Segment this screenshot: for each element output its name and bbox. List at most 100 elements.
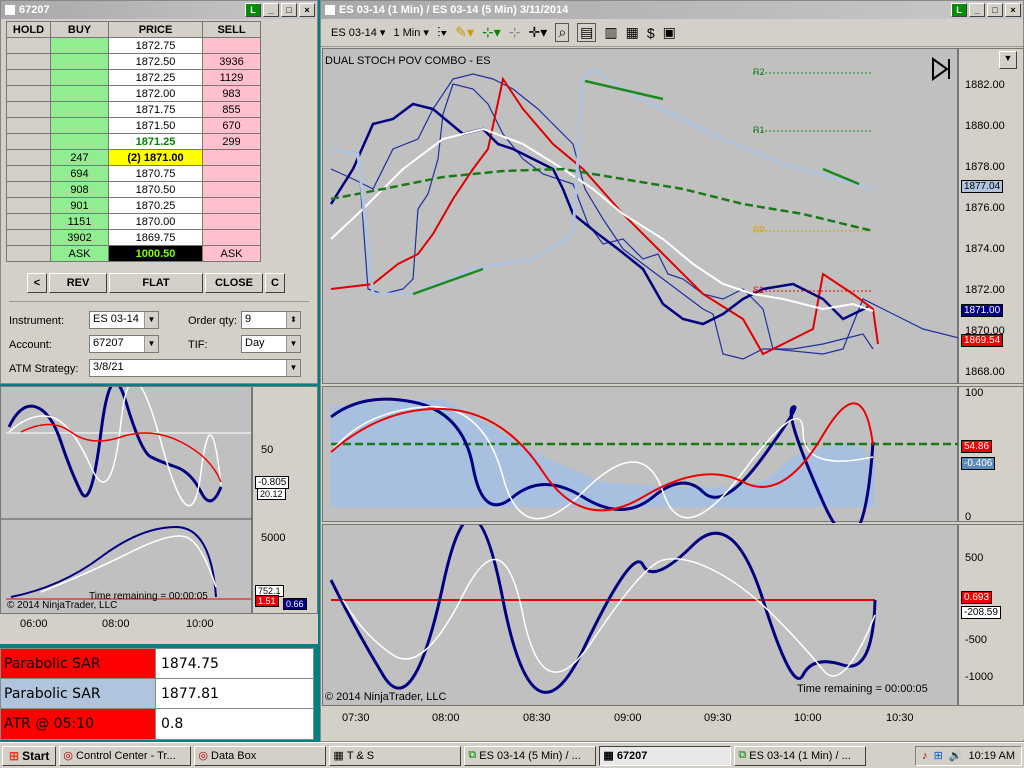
properties-icon[interactable]: ▣ bbox=[663, 24, 676, 41]
minimize-button[interactable]: _ bbox=[969, 3, 985, 17]
taskbar-item[interactable]: ◎ Data Box bbox=[194, 745, 327, 766]
hold-cell[interactable] bbox=[6, 85, 51, 102]
price-cell[interactable]: 1872.50 bbox=[108, 53, 203, 70]
minimize-button[interactable]: _ bbox=[263, 3, 279, 17]
pov-panel[interactable]: Time remaining = 00:00:05 © 2014 NinjaTr… bbox=[322, 517, 958, 706]
scroll-up-icon[interactable]: ▼ bbox=[999, 51, 1017, 69]
hold-cell[interactable] bbox=[6, 37, 51, 54]
buy-cell[interactable] bbox=[50, 69, 109, 86]
hold-cell[interactable] bbox=[6, 133, 51, 150]
strategy-icon[interactable]: ⊹ bbox=[509, 24, 521, 41]
buy-cell[interactable]: 694 bbox=[50, 165, 109, 182]
sell-cell[interactable] bbox=[202, 149, 261, 166]
price-cell[interactable]: 1870.25 bbox=[108, 197, 203, 214]
price-cell[interactable]: 1871.25 bbox=[108, 133, 203, 150]
taskbar-item[interactable]: ▦ T & S bbox=[329, 745, 462, 766]
link-icon[interactable]: L bbox=[245, 3, 261, 17]
price-cell[interactable]: 1000.50 bbox=[108, 245, 203, 262]
c-button[interactable]: C bbox=[265, 273, 285, 293]
zoom-icon[interactable]: ⌕ bbox=[555, 23, 570, 42]
buy-cell[interactable]: 247 bbox=[50, 149, 109, 166]
line-chart-icon[interactable]: ▦ bbox=[626, 24, 639, 41]
price-cell[interactable]: 1872.25 bbox=[108, 69, 203, 86]
sell-cell[interactable]: 670 bbox=[202, 117, 261, 134]
play-icon[interactable] bbox=[932, 57, 950, 81]
chevron-down-icon[interactable]: ▼ bbox=[286, 336, 300, 352]
hold-cell[interactable] bbox=[6, 181, 51, 198]
left-button[interactable]: < bbox=[27, 273, 47, 293]
sell-cell[interactable] bbox=[202, 197, 261, 214]
hold-cell[interactable] bbox=[6, 53, 51, 70]
close-button[interactable]: × bbox=[1005, 3, 1021, 17]
price-cell[interactable]: 1869.75 bbox=[108, 229, 203, 246]
close-position-button[interactable]: CLOSE bbox=[205, 273, 263, 293]
start-button[interactable]: ⊞ Start bbox=[2, 745, 57, 766]
sell-cell[interactable] bbox=[202, 229, 261, 246]
buy-cell[interactable] bbox=[50, 133, 109, 150]
chevron-down-icon[interactable]: ▼ bbox=[144, 336, 158, 352]
network-icon[interactable]: ⊞ bbox=[934, 749, 943, 762]
close-button[interactable]: × bbox=[299, 3, 315, 17]
stoch-panel[interactable] bbox=[322, 386, 959, 538]
buy-cell[interactable]: ASK bbox=[50, 245, 109, 262]
buy-cell[interactable]: 3902 bbox=[50, 229, 109, 246]
sell-cell[interactable]: 983 bbox=[202, 85, 261, 102]
chart-titlebar[interactable]: ES 03-14 (1 Min) / ES 03-14 (5 Min) 3/11… bbox=[321, 1, 1023, 19]
atm-select[interactable]: 3/8/21 ▼ bbox=[89, 359, 301, 377]
hold-cell[interactable] bbox=[6, 149, 51, 166]
hold-cell[interactable] bbox=[6, 101, 51, 118]
sell-cell[interactable]: 1129 bbox=[202, 69, 261, 86]
spin-icon[interactable]: ⬍ bbox=[286, 312, 300, 328]
hold-cell[interactable] bbox=[6, 197, 51, 214]
chevron-down-icon[interactable]: ▼ bbox=[286, 360, 300, 376]
speaker-icon[interactable]: 🔊 bbox=[949, 749, 963, 762]
bar-type-icon[interactable]: ⫶▾ bbox=[437, 24, 447, 41]
hold-cell[interactable] bbox=[6, 117, 51, 134]
price-cell[interactable]: 1871.50 bbox=[108, 117, 203, 134]
qty-stepper[interactable]: 9 ⬍ bbox=[241, 311, 301, 329]
buy-cell[interactable] bbox=[50, 37, 109, 54]
crosshair-icon[interactable]: ✛▾ bbox=[529, 24, 548, 41]
chart-style-icon[interactable]: ▤ bbox=[577, 23, 597, 42]
sell-cell[interactable] bbox=[202, 165, 261, 182]
sell-cell[interactable] bbox=[202, 213, 261, 230]
sell-cell[interactable]: 855 bbox=[202, 101, 261, 118]
sell-cell[interactable] bbox=[202, 37, 261, 54]
buy-cell[interactable] bbox=[50, 53, 109, 70]
price-cell[interactable]: 1872.75 bbox=[108, 37, 203, 54]
price-panel[interactable]: DUAL STOCH POV COMBO - ES R2 R1 PP S1 bbox=[322, 48, 964, 384]
taskbar-item[interactable]: ⧉ ES 03-14 (1 Min) / ... bbox=[734, 745, 867, 766]
sell-cell[interactable]: 3936 bbox=[202, 53, 261, 70]
mini-chart-panel[interactable]: Time remaining = 00:00:05 © 2014 NinjaTr… bbox=[0, 380, 253, 614]
link-icon[interactable]: L bbox=[951, 3, 967, 17]
instrument-select[interactable]: ES 03-14 ▼ bbox=[89, 311, 159, 329]
buy-cell[interactable] bbox=[50, 101, 109, 118]
sell-cell[interactable] bbox=[202, 181, 261, 198]
hold-cell[interactable] bbox=[6, 165, 51, 182]
sell-cell[interactable]: 299 bbox=[202, 133, 261, 150]
buy-cell[interactable] bbox=[50, 85, 109, 102]
maximize-button[interactable]: □ bbox=[987, 3, 1003, 17]
price-cell[interactable]: 1871.75 bbox=[108, 101, 203, 118]
taskbar-item[interactable]: ◎ Control Center - Tr... bbox=[59, 745, 192, 766]
hold-cell[interactable] bbox=[6, 245, 51, 262]
instrument-dropdown[interactable]: ES 03-14 ▾ bbox=[331, 26, 385, 39]
account-select[interactable]: 67207 ▼ bbox=[89, 335, 159, 353]
volume-icon[interactable]: ♪ bbox=[922, 750, 928, 762]
buy-cell[interactable]: 908 bbox=[50, 181, 109, 198]
pencil-icon[interactable]: ✎▾ bbox=[455, 24, 474, 41]
hold-cell[interactable] bbox=[6, 69, 51, 86]
hold-header[interactable]: HOLD bbox=[6, 21, 51, 38]
taskbar-item[interactable]: ▦ 67207 bbox=[599, 745, 732, 766]
price-cell[interactable]: (2) 1871.00 bbox=[108, 149, 203, 166]
rev-button[interactable]: REV bbox=[49, 273, 107, 293]
hold-cell[interactable] bbox=[6, 229, 51, 246]
price-cell[interactable]: 1870.50 bbox=[108, 181, 203, 198]
period-dropdown[interactable]: 1 Min ▾ bbox=[393, 26, 428, 39]
indicator-icon[interactable]: ⊹▾ bbox=[482, 24, 501, 41]
price-cell[interactable]: 1870.00 bbox=[108, 213, 203, 230]
dom-titlebar[interactable]: 67207 L _ □ × bbox=[1, 1, 317, 19]
sell-cell[interactable]: ASK bbox=[202, 245, 261, 262]
tif-select[interactable]: Day ▼ bbox=[241, 335, 301, 353]
maximize-button[interactable]: □ bbox=[281, 3, 297, 17]
